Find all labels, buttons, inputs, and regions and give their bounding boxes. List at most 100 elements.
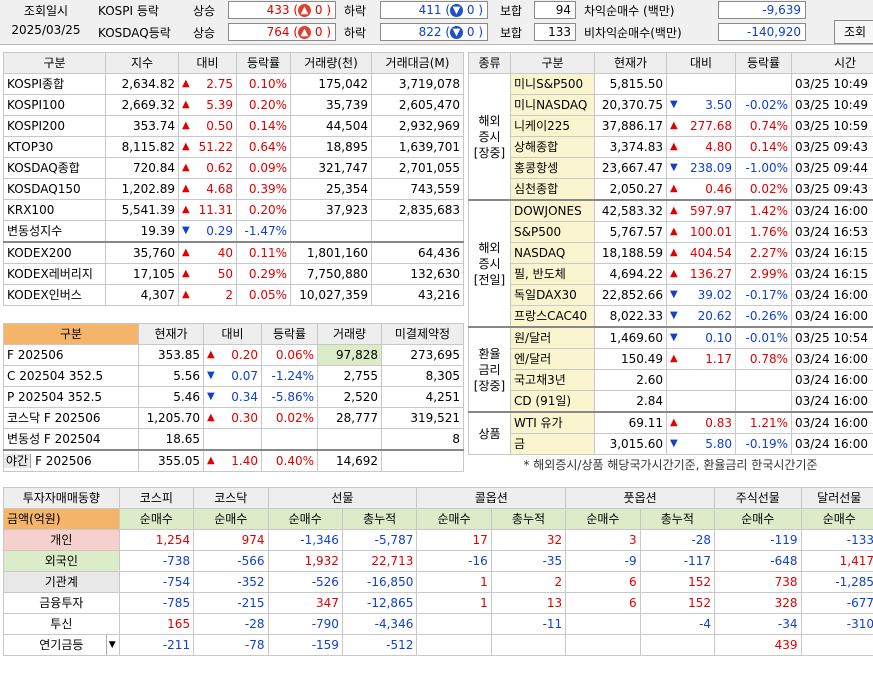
table-row[interactable]: 엔/달러 150.49 ▲ 1.17 0.78% 03/24 16:00 <box>469 348 873 370</box>
change-rate: -0.17% <box>735 284 792 306</box>
table-row[interactable]: 홍콩항셍 23,667.47 ▼ 238.09 -1.00% 03/25 09:44 <box>469 157 873 179</box>
table-row[interactable]: 코스닥 F 202506 1,205.70 ▲ 0.30 0.02% 28,777 319,… <box>3 407 464 429</box>
table-row[interactable]: P 202504 352.5 5.46 ▼ 0.34 -5.86% 2,520 4,251 <box>3 386 464 408</box>
group-header[interactable]: 주식선물 <box>714 487 802 509</box>
table-row[interactable]: F 202506 353.85 ▲ 0.20 0.06% 97,828 273,695 <box>3 344 464 366</box>
col-header[interactable]: 대비 <box>178 52 237 74</box>
table-row[interactable]: KTOP30 8,115.82 ▲ 51.22 0.64% 18,895 1,639,701 <box>3 136 464 158</box>
table-row[interactable]: C 202504 352.5 5.56 ▼ 0.07 -1.24% 2,755 8,305 <box>3 365 464 387</box>
timestamp: 03/25 09:44 <box>791 157 873 179</box>
col-header[interactable]: 현재가 <box>138 323 204 345</box>
amount: 743,559 <box>371 178 464 200</box>
table-row[interactable]: 상해종합 3,374.83 ▲ 4.80 0.14% 03/25 09:43 <box>469 136 873 158</box>
index-table: 구분 지수 대비 등락률 거래량(천) 거래대금(M) KOSPI종합 2,634… <box>3 52 464 306</box>
sub-header[interactable]: 순매수 <box>267 508 343 530</box>
table-row[interactable]: 프랑스CAC40 8,022.33 ▼ 20.62 -0.26% 03/24 16:00 <box>469 305 873 328</box>
table-row[interactable]: CD (91일) 2.84 03/24 16:00 <box>469 390 873 413</box>
dropdown-arrow-icon[interactable]: ▼ <box>105 635 116 655</box>
kospi-breadth-name: KOSPI 등락 <box>98 4 159 18</box>
price: 20,370.75 <box>594 94 667 116</box>
group-header[interactable]: 풋옵션 <box>565 487 716 509</box>
col-header[interactable]: 시간 <box>791 52 873 74</box>
table-row[interactable]: 미니NASDAQ 20,370.75 ▼ 3.50 -0.02% 03/25 10:49 <box>469 94 873 116</box>
group-header[interactable]: 선물 <box>267 487 418 509</box>
table-row[interactable]: 해외 증시 [전일] DOWJONES 42,583.32 ▲ 597.97 1.42% 0… <box>468 199 873 328</box>
col-header[interactable]: 대비 <box>203 323 262 345</box>
table-row[interactable]: 니케이225 37,886.17 ▲ 277.68 0.74% 03/25 10:59 <box>469 115 873 137</box>
value-cell: -526 <box>267 571 343 593</box>
table-row[interactable]: 금융투자 -785 -215 347 -12,865 1 13 6 152 328 -677 <box>3 592 873 614</box>
table-row[interactable]: 기관계 -754 -352 -526 -16,850 1 2 6 152 738 -1,285 <box>3 571 873 593</box>
col-header[interactable]: 대비 <box>666 52 736 74</box>
table-row[interactable]: KOSPI종합 2,634.82 ▲ 2.75 0.10% 175,042 3,719,07… <box>3 73 464 95</box>
col-header[interactable]: 종류 <box>468 52 511 74</box>
table-row[interactable]: 개인 1,254 974 -1,346 -5,787 17 32 3 -28 -119 -133 <box>3 529 873 551</box>
col-header[interactable]: 구분 <box>3 52 106 74</box>
price: 353.85 <box>138 344 204 366</box>
price: 18,188.59 <box>594 242 667 264</box>
col-header[interactable]: 현재가 <box>594 52 667 74</box>
table-row[interactable]: S&P500 5,767.57 ▲ 100.01 1.76% 03/24 16:53 <box>469 221 873 243</box>
group-header[interactable]: 달러선물 <box>800 487 873 509</box>
table-row[interactable]: 상품 WTI 유가 69.11 ▲ 0.83 1.21% 03/24 16:00 <box>468 411 873 455</box>
query-button[interactable]: 조회 <box>834 20 873 44</box>
table-row[interactable]: 연기금등 ▼ -211 -78 -159 -512 439 <box>3 634 873 656</box>
table-row[interactable]: 투신 165 -28 -790 -4,346 -11 -4 -34 -310 <box>3 613 873 635</box>
row-name: DOWJONES <box>510 199 595 222</box>
group-header[interactable]: 코스닥 <box>193 487 269 509</box>
table-row[interactable]: KODEX200 35,760 ▲ 40 0.11% 1,801,160 64,436 <box>3 241 464 264</box>
sub-header[interactable]: 순매수 <box>714 508 802 530</box>
table-row[interactable]: KODEX인버스 4,307 ▲ 2 0.05% 10,027,359 43,216 <box>3 284 464 306</box>
sub-header[interactable]: 순매수 <box>565 508 641 530</box>
investor-title: 투자자매매동향 <box>3 487 120 509</box>
col-header[interactable]: 등락률 <box>261 323 318 345</box>
kosdaq-up-label: 상승 <box>193 26 216 40</box>
col-header[interactable]: 등락률 <box>735 52 792 74</box>
table-row[interactable]: 환율 금리 [장중] 원/달러 1,469.60 ▼ 0.10 -0.01% 03/25 1… <box>468 326 873 413</box>
sub-header[interactable]: 총누적 <box>490 508 567 530</box>
investor-name-label: 외국인 <box>44 554 78 568</box>
table-row[interactable]: KOSDAQ150 1,202.89 ▲ 4.68 0.39% 25,354 743,559 <box>3 178 464 200</box>
change-rate: 0.78% <box>735 348 792 370</box>
table-row[interactable]: 심천종합 2,050.27 ▲ 0.46 0.02% 03/25 09:43 <box>469 178 873 201</box>
table-row[interactable]: 외국인 -738 -566 1,932 22,713 -16 -35 -9 -117 -648 1,… <box>3 550 873 572</box>
table-row[interactable]: 국고채3년 2.60 03/24 16:00 <box>469 369 873 391</box>
sub-header[interactable]: 순매수 <box>193 508 269 530</box>
kospi-flat-label: 보합 <box>500 4 523 18</box>
sub-header[interactable]: 총누적 <box>639 508 716 530</box>
table-row[interactable]: 해외 증시 [장중] 미니S&P500 5,815.50 03/25 10:49 <box>468 73 873 201</box>
col-header[interactable]: 거래량 <box>317 323 382 345</box>
row-name: 원/달러 <box>510 326 595 349</box>
table-row[interactable]: KOSPI200 353.74 ▲ 0.50 0.14% 44,504 2,932,969 <box>3 115 464 137</box>
value-cell <box>639 634 716 656</box>
col-header[interactable]: 지수 <box>105 52 179 74</box>
table-row-night[interactable]: 야간 F 202506 355.05 ▲ 1.40 0.40% 14,692 <box>3 449 464 472</box>
index-value: 720.84 <box>105 157 179 179</box>
sub-header[interactable]: 총누적 <box>341 508 418 530</box>
price: 18.65 <box>138 428 204 451</box>
col-header[interactable]: 거래대금(M) <box>371 52 464 74</box>
group-header[interactable]: 코스피 <box>118 487 195 509</box>
table-row[interactable]: KODEX레버리지 17,105 ▲ 50 0.29% 7,750,880 132,630 <box>3 263 464 285</box>
value-cell: -4 <box>639 613 716 635</box>
sub-header[interactable]: 순매수 <box>118 508 195 530</box>
col-header[interactable]: 구분 <box>510 52 595 74</box>
arrow-up-icon: ▲ <box>182 183 190 194</box>
col-header[interactable]: 미결제약정 <box>381 323 464 345</box>
col-header[interactable]: 구분 <box>3 323 139 345</box>
table-row[interactable]: 변동성지수 19.39 ▼ 0.29 -1.47% <box>3 220 464 243</box>
investor-name: 금융투자 <box>3 592 120 614</box>
table-row[interactable]: 금 3,015.60 ▼ 5.80 -0.19% 03/24 16:00 <box>469 433 873 455</box>
col-header[interactable]: 거래량(천) <box>290 52 372 74</box>
col-header[interactable]: 등락률 <box>236 52 291 74</box>
table-row[interactable]: 변동성 F 202504 18.65 8 <box>3 428 464 451</box>
sub-header[interactable]: 순매수 <box>416 508 492 530</box>
table-row[interactable]: 필, 반도체 4,694.22 ▲ 136.27 2.99% 03/24 16:15 <box>469 263 873 285</box>
table-row[interactable]: 독일DAX30 22,852.66 ▼ 39.02 -0.17% 03/24 16:00 <box>469 284 873 306</box>
table-row[interactable]: KRX100 5,541.39 ▲ 11.31 0.20% 37,923 2,835,683 <box>3 199 464 221</box>
table-row[interactable]: KOSPI100 2,669.32 ▲ 5.39 0.20% 35,739 2,605,47… <box>3 94 464 116</box>
sub-header[interactable]: 순매수 <box>800 508 873 530</box>
group-header[interactable]: 콜옵션 <box>416 487 567 509</box>
table-row[interactable]: KOSDAQ종합 720.84 ▲ 0.62 0.09% 321,747 2,701,055 <box>3 157 464 179</box>
table-row[interactable]: NASDAQ 18,188.59 ▲ 404.54 2.27% 03/24 16:15 <box>469 242 873 264</box>
